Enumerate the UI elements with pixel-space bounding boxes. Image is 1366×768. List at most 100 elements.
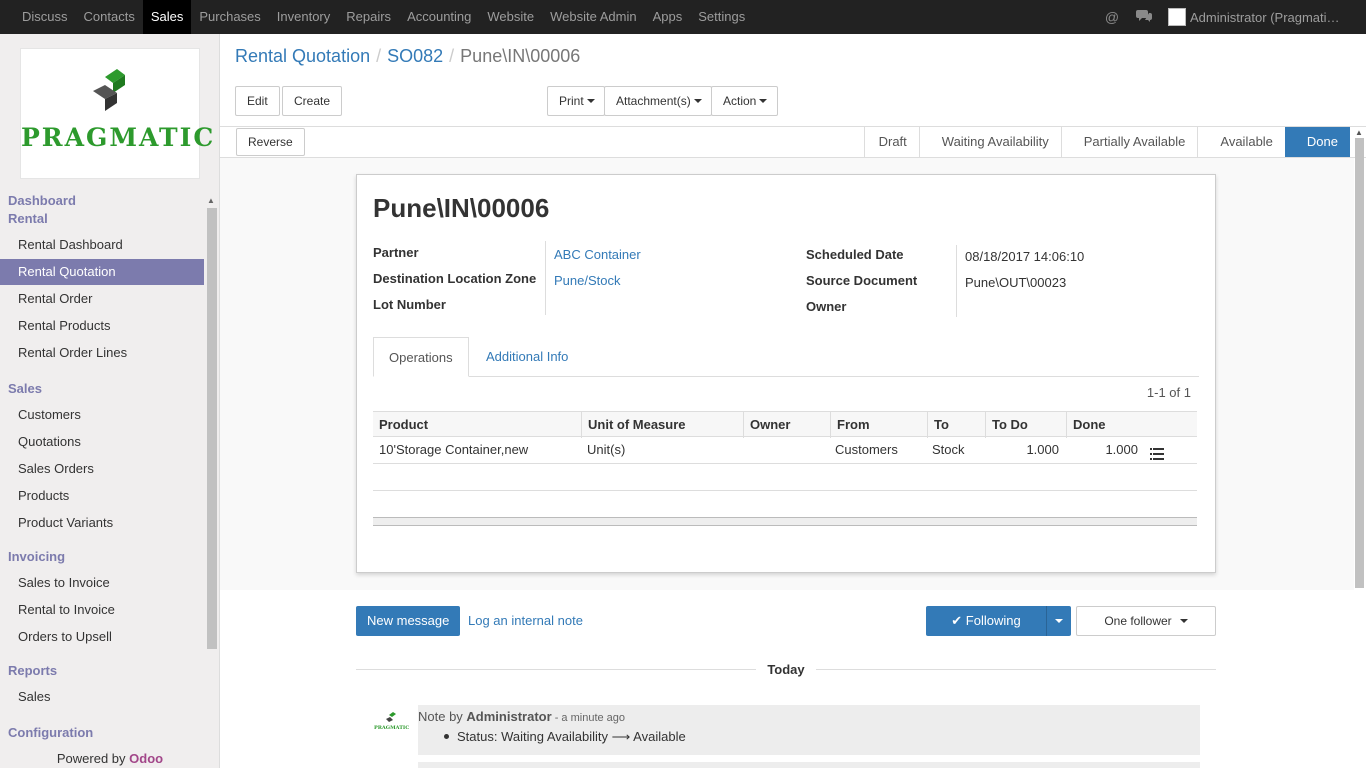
cell-product: 10'Storage Container,new [379,442,529,457]
col-done[interactable]: Done [1066,412,1197,438]
new-message-button[interactable]: New message [356,606,461,636]
source-document-value: Pune\OUT\00023 [965,275,1067,290]
topmenu-inventory[interactable]: Inventory [269,0,338,34]
message-author[interactable]: Administrator [466,709,551,724]
pager: 1-1 of 1 [1146,385,1191,400]
following-button[interactable]: ✔ Following [926,606,1046,636]
sidebar-item-sales[interactable]: Sales [0,684,204,710]
scroll-up-icon[interactable]: ▲ [207,196,215,205]
sidebar-menu: Dashboard Rental Rental Dashboard Rental Qu… [0,192,204,768]
breadcrumb-so082[interactable]: SO082 [387,46,443,66]
sidebar-item-rental-quotation[interactable]: Rental Quotation [0,259,204,285]
col-to[interactable]: To [927,412,985,438]
col-owner[interactable]: Owner [743,412,830,438]
sidebar-item-customers[interactable]: Customers [0,402,204,428]
main-scrollbar[interactable]: ▲ [1352,128,1366,768]
sidebar-item-rental-order-lines[interactable]: Rental Order Lines [0,340,204,366]
sidebar-item-quotations[interactable]: Quotations [0,429,204,455]
sidebar-scrollbar[interactable]: ▲ ▼ [205,196,217,768]
topmenu-settings[interactable]: Settings [690,0,753,34]
scroll-thumb[interactable] [207,208,217,649]
avatar-logo-text: PRAGMATIC [374,725,410,731]
partner-link[interactable]: ABC Container [554,247,641,262]
caret-down-icon [1055,619,1063,623]
sidebar-section-rental[interactable]: Rental [0,210,204,228]
sidebar-item-sales-to-invoice[interactable]: Sales to Invoice [0,570,204,596]
sidebar-section-invoicing[interactable]: Invoicing [0,548,204,566]
topmenu-sales[interactable]: Sales [142,0,192,34]
stage-partially-available[interactable]: Partially Available [1060,127,1198,157]
sidebar-item-orders-to-upsell[interactable]: Orders to Upsell [0,624,204,650]
topmenu-accounting[interactable]: Accounting [399,0,479,34]
owner-label: Owner [806,299,847,314]
stage-done[interactable]: Done [1284,127,1350,157]
topmenu-discuss[interactable]: Discuss [14,0,76,34]
user-menu[interactable]: Administrator (Pragmati… [1190,10,1366,25]
sidebar-item-rental-products[interactable]: Rental Products [0,313,204,339]
empty-row [373,464,1197,491]
log-note-link[interactable]: Log an internal note [468,606,583,636]
at-mention-icon[interactable]: @ [1104,9,1120,25]
scroll-up-icon[interactable]: ▲ [1355,128,1363,137]
create-button[interactable]: Create [282,86,343,116]
caret-down-icon [693,99,702,103]
tab-operations[interactable]: Operations [373,337,469,377]
attachments-dropdown[interactable]: Attachment(s) [604,86,712,116]
message-time: - a minute ago [551,712,626,724]
edit-button[interactable]: Edit [235,86,280,116]
destination-link[interactable]: Pune/Stock [554,273,621,288]
field-divider [956,245,957,317]
company-logo: PRAGMATIC [20,48,213,179]
chatter: New message Log an internal note ✔ Follo… [356,606,1216,768]
top-navbar: Discuss Contacts Sales Purchases Inventory Re… [0,0,1366,34]
sidebar-section-sales[interactable]: Sales [0,380,204,398]
stage-draft[interactable]: Draft [863,127,919,157]
tab-additional-info[interactable]: Additional Info [471,337,583,377]
reverse-button[interactable]: Reverse [236,128,305,156]
sidebar-item-products[interactable]: Products [0,483,204,509]
col-product[interactable]: Product [373,412,581,438]
topmenu-repairs[interactable]: Repairs [338,0,399,34]
sidebar-section-reports[interactable]: Reports [0,662,204,680]
sidebar-section-dashboard[interactable]: Dashboard [0,192,204,210]
message-author-avatar[interactable]: PRAGMATIC [374,711,410,735]
stage-waiting-availability[interactable]: Waiting Availability [918,127,1061,157]
followers-dropdown[interactable]: One follower [1076,606,1216,636]
cell-to: Stock [932,442,965,457]
destination-label: Destination Location Zone [373,271,537,286]
topmenu-contacts[interactable]: Contacts [76,0,143,34]
chat-icon[interactable] [1136,9,1152,26]
sidebar-item-rental-dashboard[interactable]: Rental Dashboard [0,232,204,258]
message [418,762,1200,768]
source-document-label: Source Document [806,273,918,288]
sidebar-item-rental-to-invoice[interactable]: Rental to Invoice [0,597,204,623]
app-menu: Discuss Contacts Sales Purchases Inventory Re… [14,0,753,34]
breadcrumb-current: Pune\IN\00006 [460,46,581,66]
check-icon: ✔ [951,613,966,628]
col-from[interactable]: From [830,412,927,438]
topmenu-apps[interactable]: Apps [645,0,691,34]
topmenu-website-admin[interactable]: Website Admin [542,0,644,34]
sidebar-item-sales-orders[interactable]: Sales Orders [0,456,204,482]
sidebar-item-product-variants[interactable]: Product Variants [0,510,204,536]
col-to-do[interactable]: To Do [985,412,1066,438]
main-content: Rental Quotation / SO082/Pune\IN\00006 Edi… [220,34,1366,768]
table-footer [373,517,1197,526]
scroll-thumb[interactable] [1355,138,1364,588]
topmenu-purchases[interactable]: Purchases [191,0,268,34]
breadcrumb-rental-quotation[interactable]: Rental Quotation [235,46,370,66]
print-dropdown[interactable]: Print [547,86,605,116]
powered-label: Powered by [56,751,130,766]
action-dropdown[interactable]: Action [711,86,778,116]
table-row[interactable]: 10'Storage Container,new Unit(s) Custome… [373,437,1197,464]
following-dropdown-toggle[interactable] [1046,606,1071,636]
sidebar-section-configuration[interactable]: Configuration [0,724,204,742]
user-avatar[interactable] [1168,8,1186,26]
stage-available[interactable]: Available [1197,127,1285,157]
sidebar-item-rental-order[interactable]: Rental Order [0,286,204,312]
notebook-tabs: Operations Additional Info [373,337,1199,377]
topmenu-website[interactable]: Website [479,0,542,34]
odoo-link[interactable]: Odoo [129,751,163,766]
col-unit-of-measure[interactable]: Unit of Measure [581,412,743,438]
followers-label: One follower [1104,614,1172,628]
